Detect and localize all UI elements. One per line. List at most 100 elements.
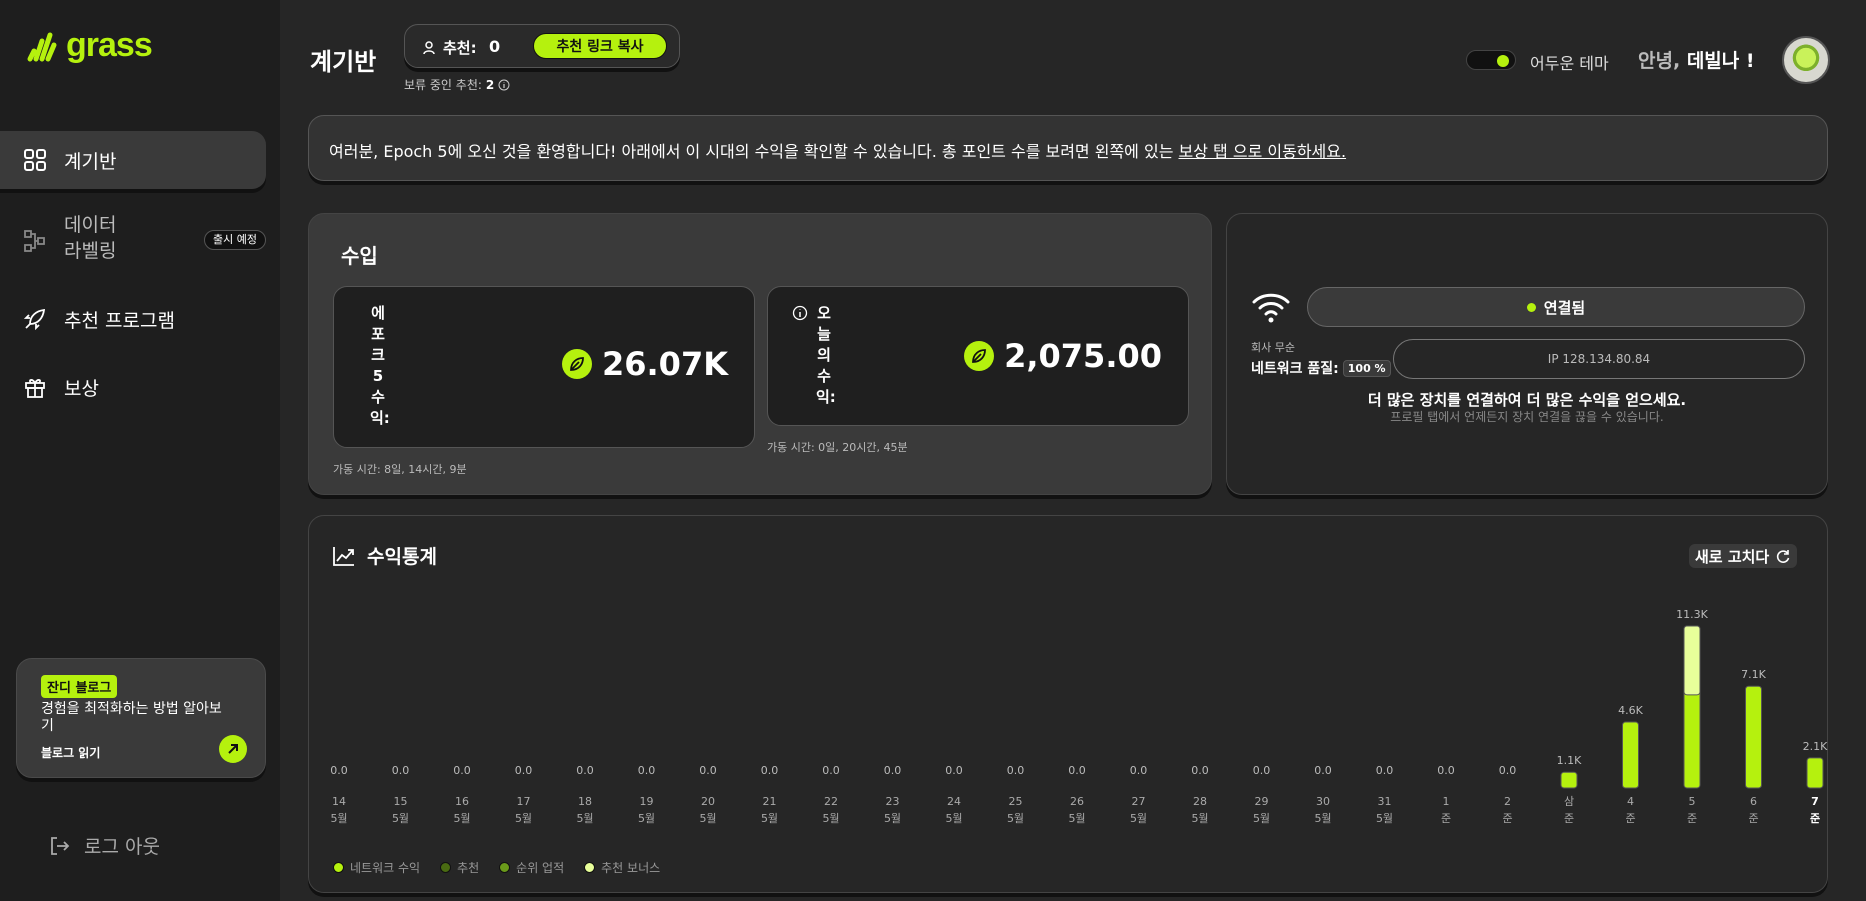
legend-label: 순위 업적 — [516, 861, 565, 875]
chart-value-label: 0.0 — [1376, 764, 1394, 777]
welcome-banner: 여러분, Epoch 5에 오신 것을 환영합니다! 아래에서 이 시대의 수익… — [308, 115, 1828, 181]
leaf-icon — [561, 349, 592, 379]
chart-value-label: 0.0 — [1191, 764, 1209, 777]
chart-x-tick-label: 29 — [1255, 795, 1269, 808]
stats-title: 수익통계 — [333, 542, 437, 569]
chart-value-label: 0.0 — [1068, 764, 1086, 777]
earnings-title: 수입 — [341, 244, 378, 268]
chart-bar[interactable] — [1745, 685, 1762, 789]
grass-logo[interactable]: grass — [26, 26, 153, 65]
chart-x-tick-label: 24 — [947, 795, 961, 808]
sidebar-item-label: 계기반 — [64, 151, 117, 173]
rewards-tab-link[interactable]: 보상 탭 으로 이동하세요. — [1179, 142, 1347, 161]
chart-x-tick-label: 5월 — [1253, 812, 1270, 825]
refresh-button[interactable]: 새로 고치다 — [1689, 544, 1798, 568]
logout-button[interactable]: 로그 아웃 — [48, 832, 160, 859]
chart-x-tick-label: 14 — [332, 795, 346, 808]
sidebar-item-rewards[interactable]: 보상 — [0, 370, 266, 404]
referral-label-text: 추천: — [443, 39, 477, 57]
legend-item: 순위 업적 — [499, 859, 564, 876]
chart-value-label: 2.1K — [1803, 740, 1828, 753]
chart-value-label: 0.0 — [515, 764, 533, 777]
avatar[interactable] — [1782, 36, 1830, 84]
chart-bar[interactable] — [1806, 757, 1824, 789]
epoch-earnings-amount: 26.07K — [601, 345, 728, 383]
chart-x-tick-label: 5월 — [453, 812, 470, 825]
referral-count: 0 — [489, 37, 501, 56]
sidebar-item-label: 보상 — [64, 378, 99, 400]
chart-x-tick-label: 5월 — [392, 812, 409, 825]
coming-soon-badge: 출시 예정 — [204, 230, 266, 250]
chart-x-tick-label: 30 — [1316, 795, 1330, 808]
pending-label: 보류 중인 추천: — [404, 78, 482, 92]
legend-dot — [584, 862, 596, 873]
legend-dot — [499, 862, 511, 873]
greeting: 안녕, 데빌나 ! — [1638, 46, 1755, 73]
logout-label: 로그 아웃 — [84, 836, 160, 858]
chart-x-tick-label: 5월 — [699, 812, 716, 825]
chart-x-tick-label: 27 — [1132, 795, 1146, 808]
chart-x-tick-label: 5월 — [822, 812, 839, 825]
chart-value-label: 0.0 — [638, 764, 656, 777]
chart-x-tick-label: 22 — [824, 795, 838, 808]
stats-title-text: 수익통계 — [367, 546, 437, 568]
chart-x-tick-label: 5월 — [761, 812, 778, 825]
arrow-up-right-icon[interactable] — [219, 735, 247, 763]
chart-x-tick-label: 25 — [1009, 795, 1023, 808]
epoch-earnings-label: 에포크5수익: — [370, 304, 390, 427]
chart-value-label: 0.0 — [1253, 764, 1271, 777]
chart-x-tick-label: 5월 — [1191, 812, 1208, 825]
connection-status: 연결됨 — [1307, 287, 1805, 327]
earnings-bar-chart: 0.0145월0.0155월0.0165월0.0175월0.0185월0.019… — [330, 608, 1828, 825]
chart-bar-bonus[interactable] — [1683, 625, 1701, 696]
dark-theme-toggle[interactable] — [1466, 50, 1516, 70]
pending-count: 2 — [485, 77, 495, 92]
referral-label: 추천: — [423, 37, 477, 58]
chart-value-label: 0.0 — [1437, 764, 1455, 777]
chart-x-tick-label: 20 — [701, 795, 715, 808]
chart-x-tick-label: 5월 — [1068, 812, 1085, 825]
chart-bar[interactable] — [1622, 721, 1639, 789]
sidebar-item-referral[interactable]: 추천 프로그램 — [0, 302, 266, 336]
trending-up-icon — [333, 546, 354, 566]
earnings-card: 수입 에포크5수익: 26.07K 가동 시간: 8일, 14시간, 9분 오늘… — [308, 213, 1212, 495]
chart-x-tick-label: 21 — [763, 795, 777, 808]
greeting-prefix: 안녕, — [1638, 50, 1681, 72]
chart-x-tick-label: 준 — [1564, 812, 1574, 825]
chart-value-label: 0.0 — [761, 764, 779, 777]
chart-value-label: 0.0 — [1007, 764, 1025, 777]
chart-value-label: 0.0 — [1130, 764, 1148, 777]
connect-more-sub: 프로필 탭에서 언제든지 장치 연결을 끊을 수 있습니다. — [1390, 410, 1664, 424]
blog-read-link[interactable]: 블로그 읽기 — [41, 744, 100, 761]
legend-label: 네트워크 수익 — [350, 861, 421, 875]
toggle-knob — [1497, 55, 1509, 67]
user-name: 데빌나 ! — [1686, 50, 1755, 72]
refresh-icon — [1777, 550, 1790, 563]
sidebar-item-label: 데이터 라벨링 — [64, 214, 117, 262]
sidebar: grass 계기반 데이터 라벨링 출시 예정 추천 프로그램 보상 잔디 블로… — [0, 0, 280, 901]
info-icon[interactable] — [792, 305, 808, 321]
pending-referrals: 보류 중인 추천: 2 — [404, 76, 510, 93]
wifi-icon — [1252, 293, 1290, 323]
chart-x-tick-label: 23 — [886, 795, 900, 808]
blog-card[interactable]: 잔디 블로그 경험을 최적화하는 방법 알아보기 블로그 읽기 — [16, 658, 266, 778]
grid-icon — [24, 149, 46, 171]
data-labeling-icon — [24, 230, 45, 252]
welcome-message: 여러분, Epoch 5에 오신 것을 환영합니다! 아래에서 이 시대의 수익… — [329, 142, 1179, 161]
sidebar-item-dashboard[interactable]: 계기반 — [0, 131, 266, 189]
chart-bar[interactable] — [1560, 771, 1578, 789]
chart-x-tick-label: 준 — [1687, 812, 1697, 825]
chart-x-tick-label: 17 — [517, 795, 531, 808]
info-icon[interactable] — [498, 79, 510, 91]
ip-address: IP 128.134.80.84 — [1393, 339, 1805, 379]
chart-x-tick-label: 준 — [1502, 812, 1512, 825]
chart-x-tick-label: 6 — [1750, 795, 1757, 808]
chart-x-tick-label: 28 — [1193, 795, 1207, 808]
chart-value-label: 0.0 — [576, 764, 594, 777]
chart-value-label: 11.3K — [1676, 608, 1708, 621]
legend-dot — [333, 862, 344, 873]
today-earnings-box: 오늘의수익: 2,075.00 — [767, 286, 1189, 426]
chart-value-label: 0.0 — [392, 764, 410, 777]
chart-x-tick-label: 5 — [1689, 795, 1696, 808]
copy-referral-link-button[interactable]: 추천 링크 복사 — [533, 33, 667, 59]
